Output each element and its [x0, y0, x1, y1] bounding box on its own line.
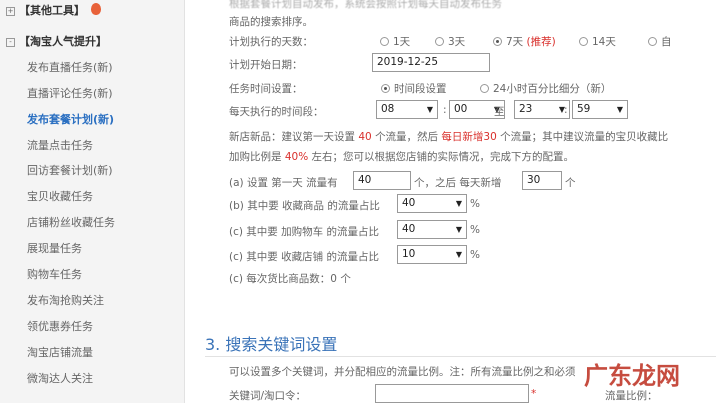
sidebar-item[interactable]: 直播评论任务(新) — [27, 85, 113, 101]
sidebar-item[interactable]: 店铺粉丝收藏任务 — [27, 214, 115, 230]
time-separator: : — [564, 104, 568, 116]
time-option-period[interactable]: 时间段设置 — [381, 81, 447, 96]
dropdown-arrow-icon: ▼ — [616, 105, 623, 114]
daily-add-input[interactable]: 30 — [522, 171, 562, 190]
watermark-logo: 广东龙网 — [584, 362, 680, 390]
days-option-custom[interactable]: 自 — [648, 34, 672, 49]
keyword-section-title: 3. 搜索关键词设置 — [205, 335, 338, 354]
required-mark: * — [531, 388, 537, 400]
sidebar-item[interactable]: 回访套餐计划(新) — [27, 162, 113, 178]
add-cart-ratio-select[interactable]: 40 ▼ — [397, 220, 467, 239]
percent-label: % — [470, 249, 480, 261]
favorite-shop-ratio-label: (c) 其中要 收藏店铺 的流量占比 — [229, 251, 379, 263]
sidebar-item[interactable]: 发布直播任务(新) — [27, 59, 113, 75]
percent-label: % — [470, 224, 480, 236]
sidebar: + 【其他工具】 - 【淘宝人气提升】 发布直播任务(新) 直播评论任务(新) 发布… — [0, 0, 185, 403]
sidebar-item[interactable]: 宝贝收藏任务 — [27, 188, 93, 204]
favorite-item-ratio-label: (b) 其中要 收藏商品 的流量占比 — [229, 200, 380, 212]
radio-icon[interactable] — [380, 37, 389, 46]
expand-toggle-icon[interactable]: + — [6, 7, 15, 16]
sidebar-item[interactable]: 展现量任务 — [27, 240, 82, 256]
first-day-traffic-input[interactable]: 40 — [353, 171, 411, 190]
radio-selected-icon[interactable] — [381, 84, 390, 93]
top-note-line: 根据套餐计划自动发布，系统会按照计划每天自动发布任务 — [229, 0, 502, 10]
start-hour-select[interactable]: 08 ▼ — [376, 100, 438, 119]
favorite-shop-ratio-select[interactable]: 10 ▼ — [397, 245, 467, 264]
unit-label: 个 — [565, 177, 576, 189]
compare-count-label: (c) 每次货比商品数：0 个 — [229, 273, 351, 285]
sidebar-item[interactable]: 领优惠券任务 — [27, 318, 93, 334]
advice-line-1: 新店新品：建议第一天设置 40 个流量，然后 每日新增30 个流量；其中建议流量… — [229, 131, 669, 143]
radio-icon[interactable] — [435, 37, 444, 46]
first-day-label: (a) 设置 第一天 流量有 — [229, 177, 338, 189]
sidebar-item-active[interactable]: 发布套餐计划(新) — [27, 111, 114, 127]
sidebar-item[interactable]: 发布淘抢购关注 — [27, 292, 104, 308]
daily-period-label: 每天执行的时间段： — [229, 106, 324, 118]
favorite-item-ratio-select[interactable]: 40 ▼ — [397, 194, 467, 213]
keyword-field-label: 关键词/淘口令： — [229, 390, 307, 402]
daily-add-label: 个，之后 每天新增 — [414, 177, 502, 189]
to-label: 至 — [494, 106, 505, 118]
days-option-1[interactable]: 1天 — [380, 34, 410, 49]
top-note-line: 商品的搜索排序。 — [229, 16, 313, 28]
radio-icon[interactable] — [480, 84, 489, 93]
days-option-14[interactable]: 14天 — [579, 34, 616, 49]
time-option-24h[interactable]: 24小时百分比细分（新） — [480, 81, 611, 96]
days-option-7[interactable]: 7天 (推荐) — [493, 34, 556, 49]
radio-selected-icon[interactable] — [493, 37, 502, 46]
sidebar-item[interactable]: 流量点击任务 — [27, 137, 93, 153]
start-date-input[interactable]: 2019-12-25 — [372, 53, 490, 72]
end-hour-select[interactable]: 23 ▼ — [514, 100, 570, 119]
dropdown-arrow-icon: ▼ — [455, 199, 462, 208]
keyword-note: 可以设置多个关键词，并分配相应的流量比例。注：所有流量比例之和必须 — [229, 366, 576, 378]
days-option-3[interactable]: 3天 — [435, 34, 465, 49]
advice-line-2: 加购比例是 40% 左右；您可以根据您店铺的实际情况，完成下方的配置。 — [229, 151, 575, 163]
add-cart-ratio-label: (c) 其中要 加购物车 的流量占比 — [229, 226, 379, 238]
dropdown-arrow-icon: ▼ — [455, 225, 462, 234]
fire-icon — [91, 3, 101, 15]
sidebar-item[interactable]: 微淘达人关注 — [27, 370, 93, 386]
end-minute-select[interactable]: 59 ▼ — [572, 100, 628, 119]
recommend-tag: (推荐) — [526, 36, 556, 48]
keyword-input[interactable] — [375, 384, 529, 403]
percent-label: % — [470, 198, 480, 210]
time-separator: : — [443, 104, 447, 116]
sidebar-group-taobao-popularity[interactable]: - 【淘宝人气提升】 — [6, 33, 107, 49]
main-panel: 根据套餐计划自动发布，系统会按照计划每天自动发布任务 商品的搜索排序。 计划执行… — [185, 0, 716, 403]
sidebar-item[interactable]: 购物车任务 — [27, 266, 82, 282]
sidebar-group-label: 【淘宝人气提升】 — [19, 35, 107, 48]
sidebar-group-label: 【其他工具】 — [19, 4, 85, 17]
start-date-label: 计划开始日期： — [229, 59, 303, 71]
collapse-toggle-icon[interactable]: - — [6, 38, 15, 47]
time-setting-label: 任务时间设置： — [229, 83, 303, 95]
dropdown-arrow-icon: ▼ — [455, 250, 462, 259]
days-label: 计划执行的天数： — [229, 36, 313, 48]
sidebar-group-other-tools[interactable]: + 【其他工具】 — [6, 2, 101, 18]
dropdown-arrow-icon: ▼ — [426, 105, 433, 114]
radio-icon[interactable] — [648, 37, 657, 46]
sidebar-item[interactable]: 淘宝店铺流量 — [27, 344, 93, 360]
radio-icon[interactable] — [579, 37, 588, 46]
